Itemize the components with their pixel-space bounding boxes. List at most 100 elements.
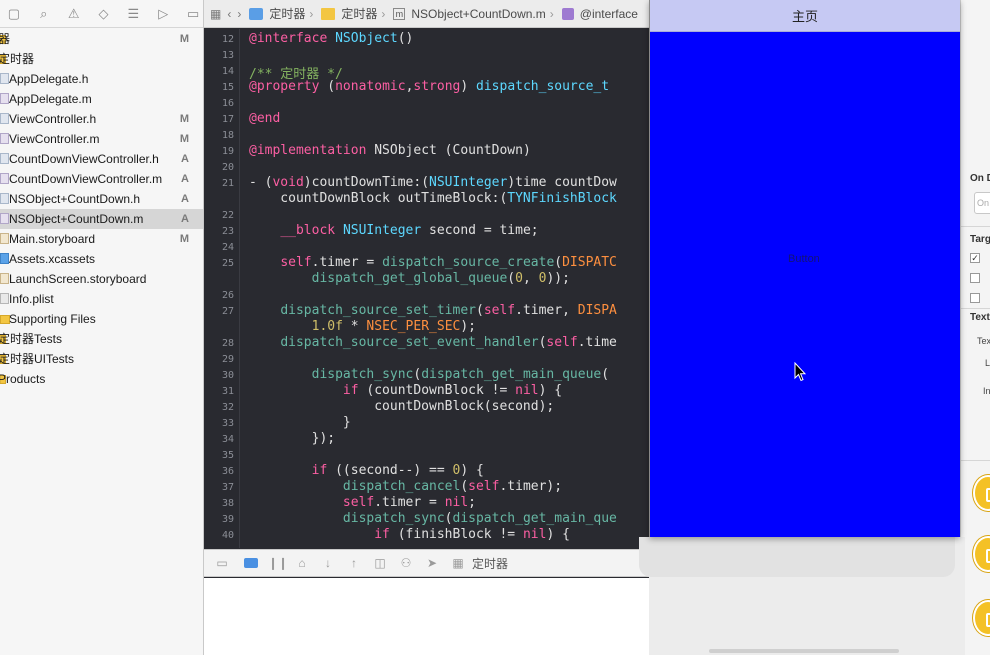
scm-status-badge: M [179, 233, 189, 245]
library-object-icon[interactable] [973, 536, 990, 572]
hide-debug-area-icon[interactable]: ▭ [214, 556, 230, 570]
code-line: @end [249, 111, 280, 126]
code-token: ( [507, 271, 516, 286]
code-line: if (finishBlock != nil) { [249, 527, 570, 542]
forward-icon[interactable]: › [237, 7, 241, 21]
file-row[interactable]: Assets.xcassets [0, 249, 203, 269]
code-line: self.timer = dispatch_source_create(DISP… [249, 255, 617, 270]
code-token: ( [460, 479, 469, 494]
code-token: ); [460, 319, 476, 334]
simulator-screen[interactable]: 主页 Button [649, 0, 960, 537]
code-token: second = time; [421, 223, 539, 238]
folder-icon [321, 7, 336, 20]
line-gutter: 12 13 14 15 16 17 18 19 20 21 22 23 24 25 26 27 28 29 30 31… [204, 29, 240, 548]
target-membership-label: Targ [970, 234, 990, 245]
file-row[interactable]: 器M [0, 29, 203, 49]
code-token: strong [413, 79, 461, 94]
file-row[interactable]: Supporting Files [0, 309, 203, 329]
code-token: NSObject (CountDown) [374, 143, 531, 158]
file-row[interactable]: Main.storyboard M [0, 229, 203, 249]
back-icon[interactable]: ‹ [227, 7, 231, 21]
breakpoint-icon[interactable]: ▷ [153, 6, 173, 22]
file-name: CountDownViewController.m [9, 172, 163, 186]
line-number: 18 [221, 130, 234, 141]
crumb-separator: › [309, 6, 314, 21]
step-out-icon[interactable]: ↑ [346, 556, 362, 570]
code-token: if [374, 527, 390, 542]
file-row[interactable]: NSObject+CountDown.m A [0, 209, 203, 229]
line-number: 16 [221, 98, 234, 109]
navigator-toolbar: ▢ ⌕ ⚠ ◇ ☰ ▷ ▭ [0, 0, 203, 28]
divider [961, 308, 990, 309]
scm-status-badge: A [181, 213, 189, 225]
folder-icon[interactable]: ▢ [4, 6, 24, 22]
file-row[interactable]: ViewController.h M [0, 109, 203, 129]
code-token: , [522, 271, 539, 286]
header-file-icon [0, 113, 9, 124]
nav-title: 主页 [791, 9, 818, 24]
crumb-file[interactable]: NSObject+CountDown.m [411, 7, 545, 21]
step-in-icon[interactable]: ↓ [320, 556, 336, 570]
code-token: NSObject [335, 31, 398, 46]
file-row[interactable]: AppDelegate.h [0, 69, 203, 89]
file-name: CountDownViewController.h [9, 152, 159, 166]
code-token: 0 [515, 271, 523, 286]
file-name: ViewController.m [9, 132, 100, 146]
step-over-icon[interactable]: ⌂ [294, 556, 310, 570]
code-area[interactable]: 12 13 14 15 16 17 18 19 20 21 22 23 24 25 26 27 28 29 30 31… [204, 29, 649, 548]
console-area[interactable] [204, 578, 649, 655]
line-number: 35 [221, 450, 234, 461]
target-checkbox[interactable] [970, 293, 980, 303]
code-token: nil [522, 527, 547, 542]
crumb-symbol[interactable]: @interface [580, 7, 638, 21]
warning-icon[interactable]: ⚠ [64, 6, 84, 22]
code-token: .time [577, 335, 617, 350]
target-checkbox-checked[interactable]: ✓ [970, 253, 980, 263]
crumb-project[interactable]: 定时器 [269, 5, 305, 22]
line-number: 14 [221, 66, 234, 77]
target-checkbox[interactable] [970, 273, 980, 283]
target-icon: ▦ [452, 556, 464, 570]
debug-icon[interactable]: ☰ [123, 6, 143, 22]
file-name: NSObject+CountDown.m [9, 212, 144, 226]
indent-label: In [983, 386, 990, 396]
breakpoints-toggle-icon[interactable] [244, 558, 258, 568]
crumb-separator: › [549, 6, 554, 21]
file-row[interactable]: CountDownViewController.m A [0, 169, 203, 189]
related-items-icon[interactable]: ▦ [210, 7, 221, 21]
file-row[interactable]: NSObject+CountDown.h A [0, 189, 203, 209]
crumb-group[interactable]: 定时器 [341, 5, 377, 22]
file-row[interactable]: ViewController.m M [0, 129, 203, 149]
file-row[interactable]: Products [0, 369, 203, 389]
line-number: 17 [221, 114, 234, 125]
line-number: 25 [221, 258, 234, 269]
code-token: __block [280, 223, 343, 238]
file-row[interactable]: 定时器UITests [0, 349, 203, 369]
on-demand-field[interactable]: On [974, 192, 990, 214]
header-file-icon [0, 153, 9, 164]
report-icon[interactable]: ▭ [183, 6, 203, 22]
search-icon[interactable]: ⌕ [34, 6, 54, 22]
code-token: ( [444, 511, 453, 526]
file-row[interactable]: CountDownViewController.h A [0, 149, 203, 169]
file-row[interactable]: LaunchScreen.storyboard [0, 269, 203, 289]
library-object-icon[interactable] [973, 600, 990, 636]
memory-graph-icon[interactable]: ⚇ [398, 556, 414, 570]
test-icon[interactable]: ◇ [94, 6, 114, 22]
library-object-icon[interactable] [973, 475, 990, 511]
file-row[interactable]: Info.plist [0, 289, 203, 309]
code-token: self [483, 303, 516, 318]
code-line: if ((second--) == 0) { [249, 463, 484, 478]
location-icon[interactable]: ➤ [424, 556, 440, 570]
pause-icon[interactable]: ❙❙ [268, 556, 288, 570]
simulator-button[interactable]: Button [788, 253, 820, 265]
file-row[interactable]: AppDelegate.m [0, 89, 203, 109]
view-debugger-icon[interactable]: ◫ [372, 556, 388, 570]
file-row[interactable]: 定时器 [0, 49, 203, 69]
file-row[interactable]: 定时器Tests [0, 329, 203, 349]
m-file-icon: m [393, 7, 406, 20]
source-file-icon [0, 93, 9, 104]
code-token: if [311, 463, 328, 478]
